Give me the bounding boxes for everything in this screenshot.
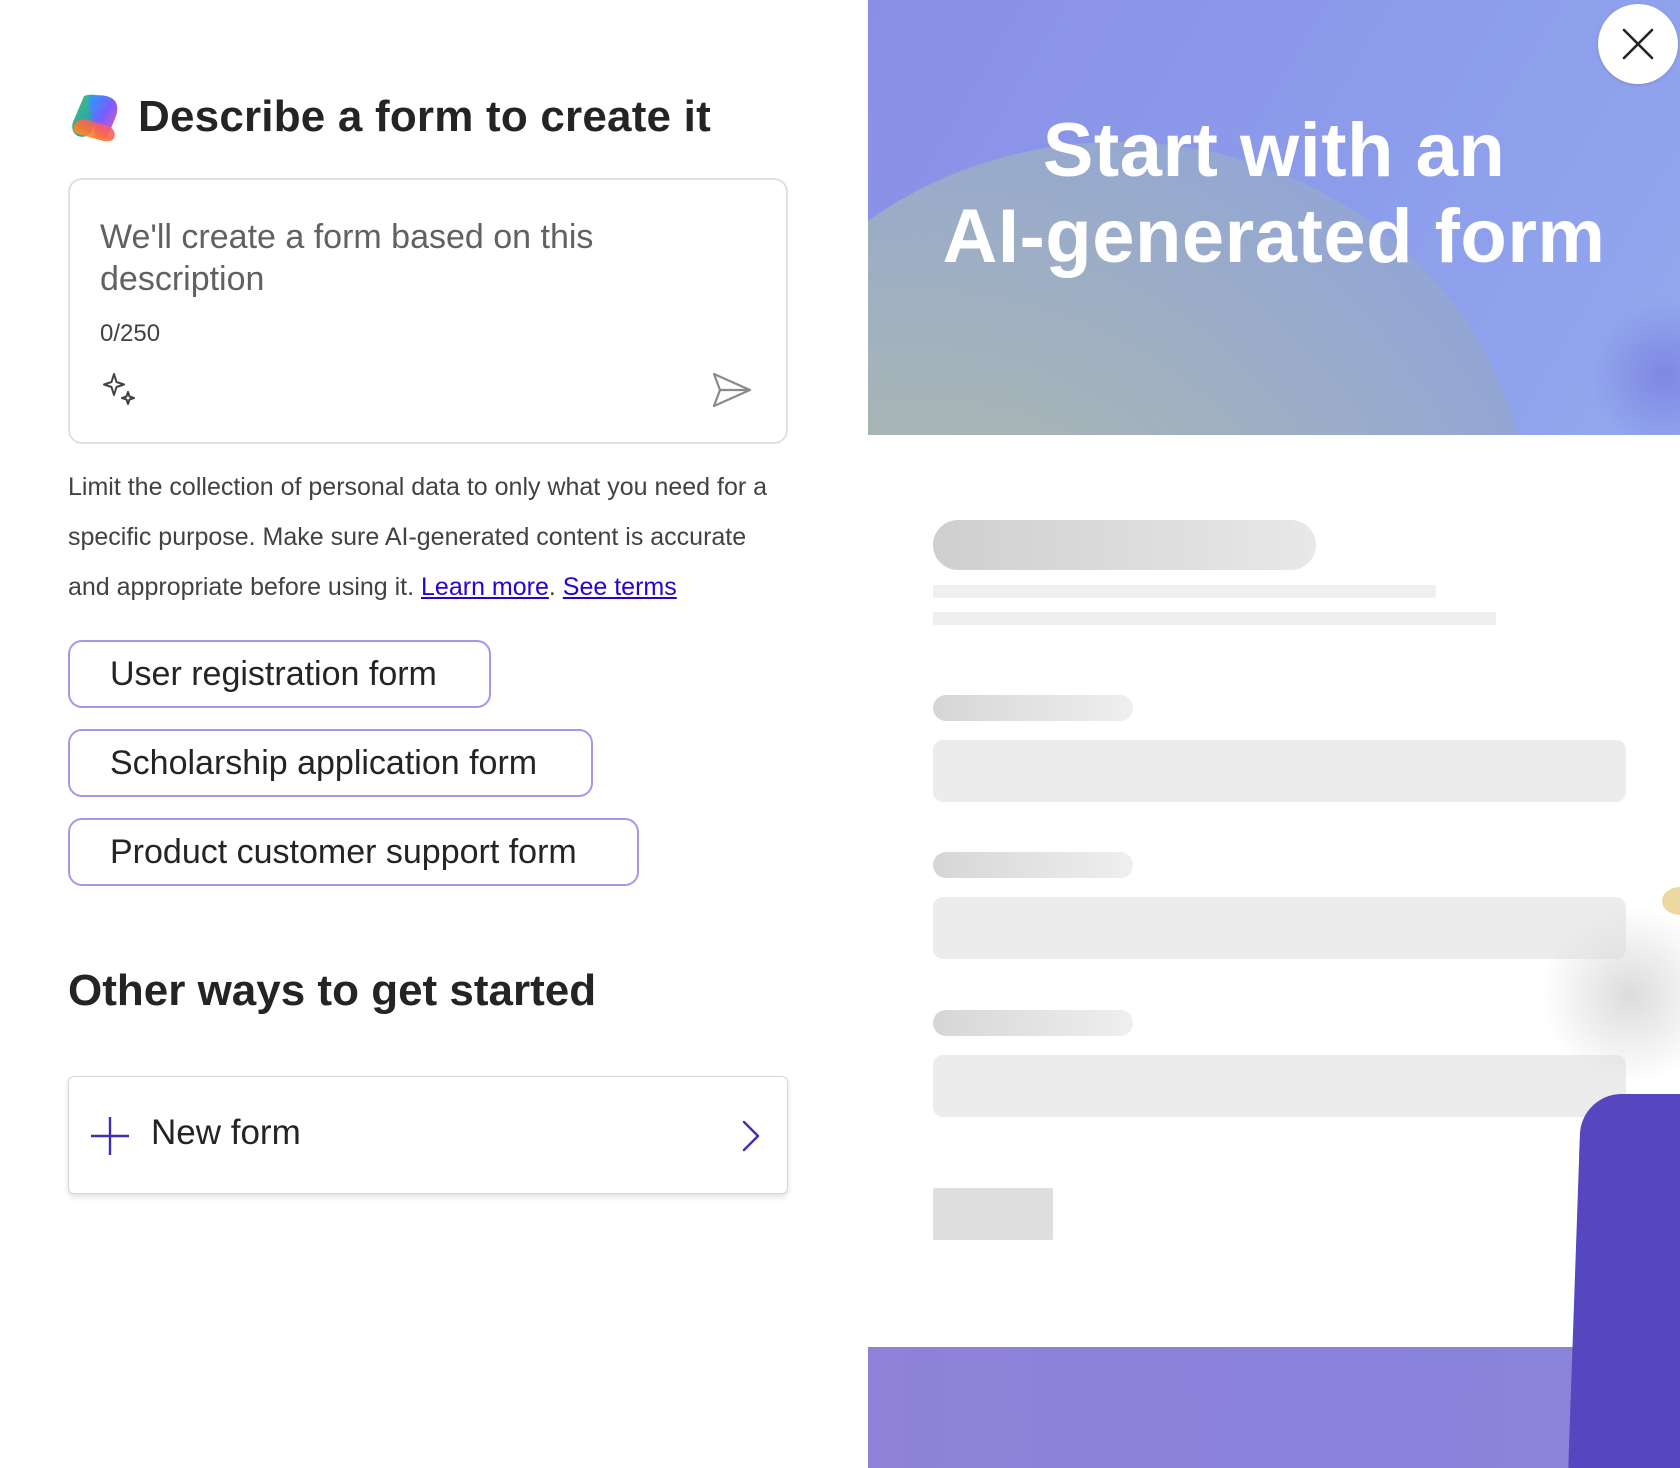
privacy-disclaimer: Limit the collection of personal data to… (68, 462, 788, 612)
other-ways-heading: Other ways to get started (68, 966, 597, 1015)
learn-more-link[interactable]: Learn more (421, 573, 549, 601)
hero-title: Start with an AI-generated form (868, 108, 1680, 280)
title-row: Describe a form to create it (68, 90, 711, 144)
page-title: Describe a form to create it (138, 92, 711, 141)
send-icon[interactable] (710, 370, 754, 410)
plus-icon (91, 1117, 129, 1155)
suggestion-chip-scholarship-application[interactable]: Scholarship application form (68, 729, 593, 797)
form-skeleton-preview (868, 435, 1680, 1347)
close-icon (1622, 28, 1654, 60)
skeleton-question-label (933, 1010, 1133, 1036)
chevron-right-icon (742, 1120, 760, 1152)
skeleton-description-line (933, 612, 1496, 625)
copilot-icon (72, 94, 118, 142)
new-form-label: New form (151, 1113, 301, 1152)
hero-title-line1: Start with an (1042, 108, 1506, 193)
suggestion-chip-product-customer-support[interactable]: Product customer support form (68, 818, 639, 886)
preview-pane: Start with an AI-generated form (868, 0, 1680, 1468)
skeleton-answer-field (933, 1055, 1626, 1117)
decorative-dot (1662, 887, 1680, 915)
skeleton-title (933, 520, 1316, 570)
description-input[interactable] (100, 216, 740, 300)
hero-decoration-small (1590, 300, 1680, 435)
decorative-footer-band (868, 1347, 1680, 1468)
skeleton-answer-field (933, 740, 1626, 802)
skeleton-question-label (933, 852, 1133, 878)
character-count: 0/250 (100, 320, 161, 347)
hero-title-line2: AI-generated form (942, 194, 1606, 279)
skeleton-answer-field (933, 897, 1626, 959)
skeleton-submit-button (933, 1188, 1053, 1240)
suggestion-chip-user-registration[interactable]: User registration form (68, 640, 491, 708)
link-separator: . (548, 573, 556, 601)
skeleton-description-line (933, 585, 1436, 598)
create-form-pane: Describe a form to create it 0/250 Limit… (0, 0, 868, 1468)
new-form-button[interactable]: New form (68, 1076, 788, 1194)
see-terms-link[interactable]: See terms (563, 573, 677, 601)
sparkle-icon[interactable] (100, 370, 140, 410)
skeleton-question-label (933, 695, 1133, 721)
hero-banner: Start with an AI-generated form (868, 0, 1680, 435)
prompt-box: 0/250 (68, 178, 788, 444)
decorative-purple-shape (1567, 1104, 1680, 1468)
close-button[interactable] (1598, 4, 1678, 84)
